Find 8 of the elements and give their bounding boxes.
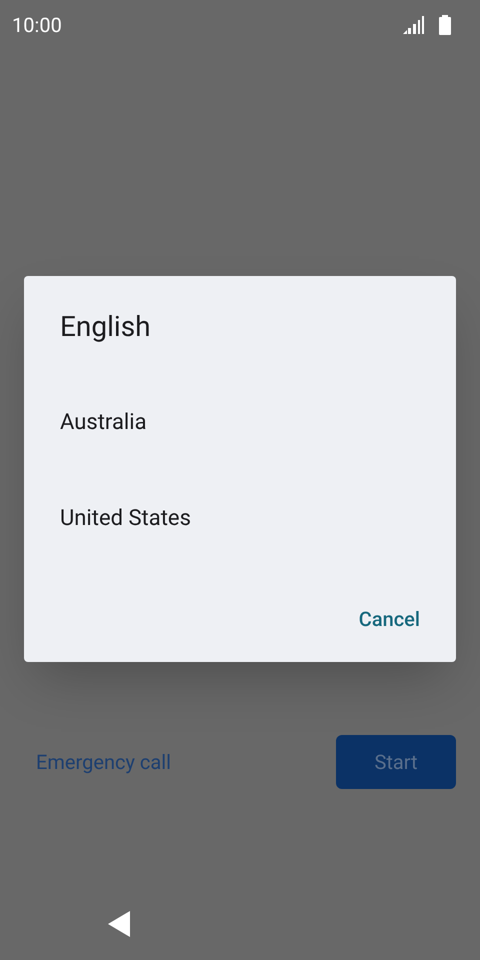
battery-icon xyxy=(439,15,451,35)
status-time: 10:00 xyxy=(12,12,62,39)
cancel-button[interactable]: Cancel xyxy=(358,604,420,634)
back-icon[interactable] xyxy=(108,911,130,937)
dialog-title: English xyxy=(59,309,152,345)
signal-icon xyxy=(403,16,425,34)
language-option[interactable]: Australia xyxy=(24,374,456,470)
language-option[interactable]: United States xyxy=(24,470,456,566)
